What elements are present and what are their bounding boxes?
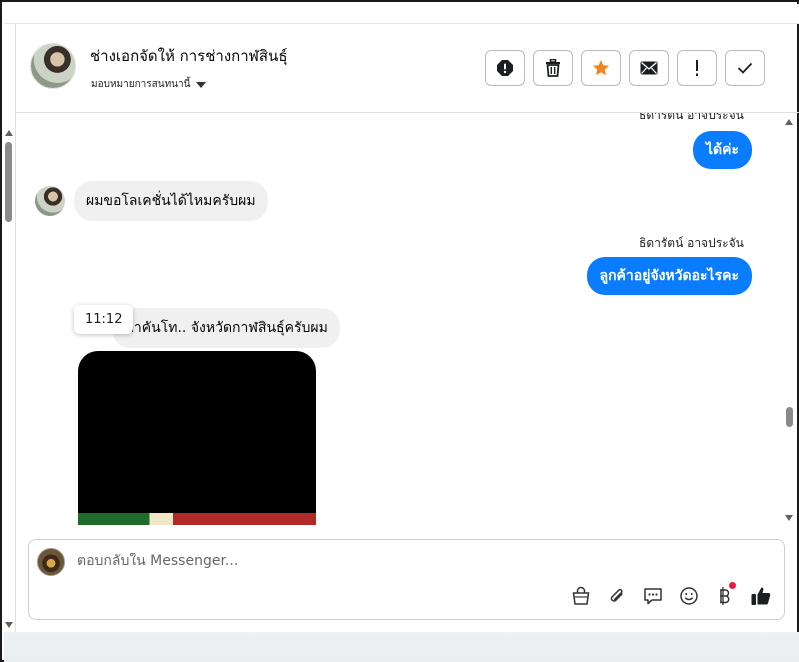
sender-name: ธิดารัตน์ อาจประจัน bbox=[639, 236, 744, 250]
paperclip-icon bbox=[610, 588, 623, 602]
header-actions bbox=[485, 50, 765, 86]
thumbs-up-icon bbox=[751, 587, 770, 605]
message-bubble-incoming[interactable]: อำเภอท่าคันโท.. จังหวัดกาฬสินธุ์ครับผม bbox=[86, 308, 340, 348]
alert-circle-icon bbox=[497, 60, 513, 76]
window-top-bar bbox=[4, 4, 799, 24]
message-thread[interactable]: ธิดารัตน์ อาจประจัน ได้ค่ะ ผมขอโลเคชั่นไ… bbox=[16, 113, 785, 525]
shopping-bag-icon bbox=[572, 586, 589, 605]
emoji-button[interactable] bbox=[677, 584, 700, 607]
composer-toolbar bbox=[569, 582, 772, 607]
conversation-header: ช่างเอกจัดให้ การช่างกาฬสินธุ์ มอบหมายกา… bbox=[16, 24, 799, 113]
timestamp-tooltip: 11:12 bbox=[74, 305, 134, 334]
contact-name[interactable]: ช่างเอกจัดให้ การช่างกาฬสินธุ์ bbox=[90, 44, 287, 68]
assign-conversation-dropdown[interactable]: มอบหมายการสนทนานี้ bbox=[91, 77, 207, 92]
checkmark-icon bbox=[737, 62, 753, 74]
message-bubble-incoming[interactable]: ผมขอโลเคชั่นได้ไหมครับผม bbox=[74, 181, 268, 221]
assign-label: มอบหมายการสนทนานี้ bbox=[91, 79, 191, 90]
scroll-down-arrow[interactable] bbox=[785, 515, 793, 521]
notification-dot bbox=[729, 582, 736, 589]
contact-avatar[interactable] bbox=[30, 43, 76, 89]
sender-name: ธิดารัตน์ อาจประจัน bbox=[639, 113, 744, 122]
done-button[interactable] bbox=[725, 50, 765, 86]
baht-icon bbox=[719, 586, 729, 605]
video-thumbnail-strip bbox=[78, 513, 316, 525]
report-button[interactable] bbox=[485, 50, 525, 86]
chat-scrollbar-thumb[interactable] bbox=[786, 407, 793, 427]
scroll-down-arrow-left[interactable] bbox=[5, 622, 13, 628]
payment-button[interactable] bbox=[713, 582, 736, 607]
scroll-up-arrow-left[interactable] bbox=[5, 130, 13, 136]
reply-composer bbox=[28, 539, 785, 620]
envelope-icon bbox=[640, 61, 658, 75]
reply-input[interactable] bbox=[77, 553, 677, 569]
exclamation-icon bbox=[696, 60, 698, 76]
spam-button[interactable] bbox=[677, 50, 717, 86]
attach-button[interactable] bbox=[605, 584, 628, 607]
message-bubble-outgoing[interactable]: ได้ค่ะ bbox=[692, 131, 752, 169]
page-avatar bbox=[37, 548, 65, 576]
window-bottom-bar bbox=[4, 632, 799, 662]
delete-button[interactable] bbox=[533, 50, 573, 86]
scroll-up-arrow[interactable] bbox=[785, 119, 793, 125]
trash-icon bbox=[546, 59, 560, 77]
star-button[interactable] bbox=[581, 50, 621, 86]
chat-bubble-icon bbox=[643, 587, 662, 604]
saved-replies-button[interactable] bbox=[641, 584, 664, 607]
mark-unread-button[interactable] bbox=[629, 50, 669, 86]
smiley-icon bbox=[679, 586, 698, 605]
message-bubble-outgoing[interactable]: ลูกค้าอยู่จังหวัดอะไรคะ bbox=[586, 257, 752, 295]
video-attachment[interactable] bbox=[78, 351, 316, 525]
like-button[interactable] bbox=[749, 584, 772, 607]
app-window: ช่างเอกจัดให้ การช่างกาฬสินธุ์ มอบหมายกา… bbox=[0, 0, 799, 662]
left-scrollbar-thumb[interactable] bbox=[5, 142, 12, 222]
contact-avatar-small[interactable] bbox=[35, 186, 65, 216]
caret-down-icon bbox=[196, 81, 207, 88]
shop-button[interactable] bbox=[569, 584, 592, 607]
star-icon bbox=[593, 60, 609, 76]
